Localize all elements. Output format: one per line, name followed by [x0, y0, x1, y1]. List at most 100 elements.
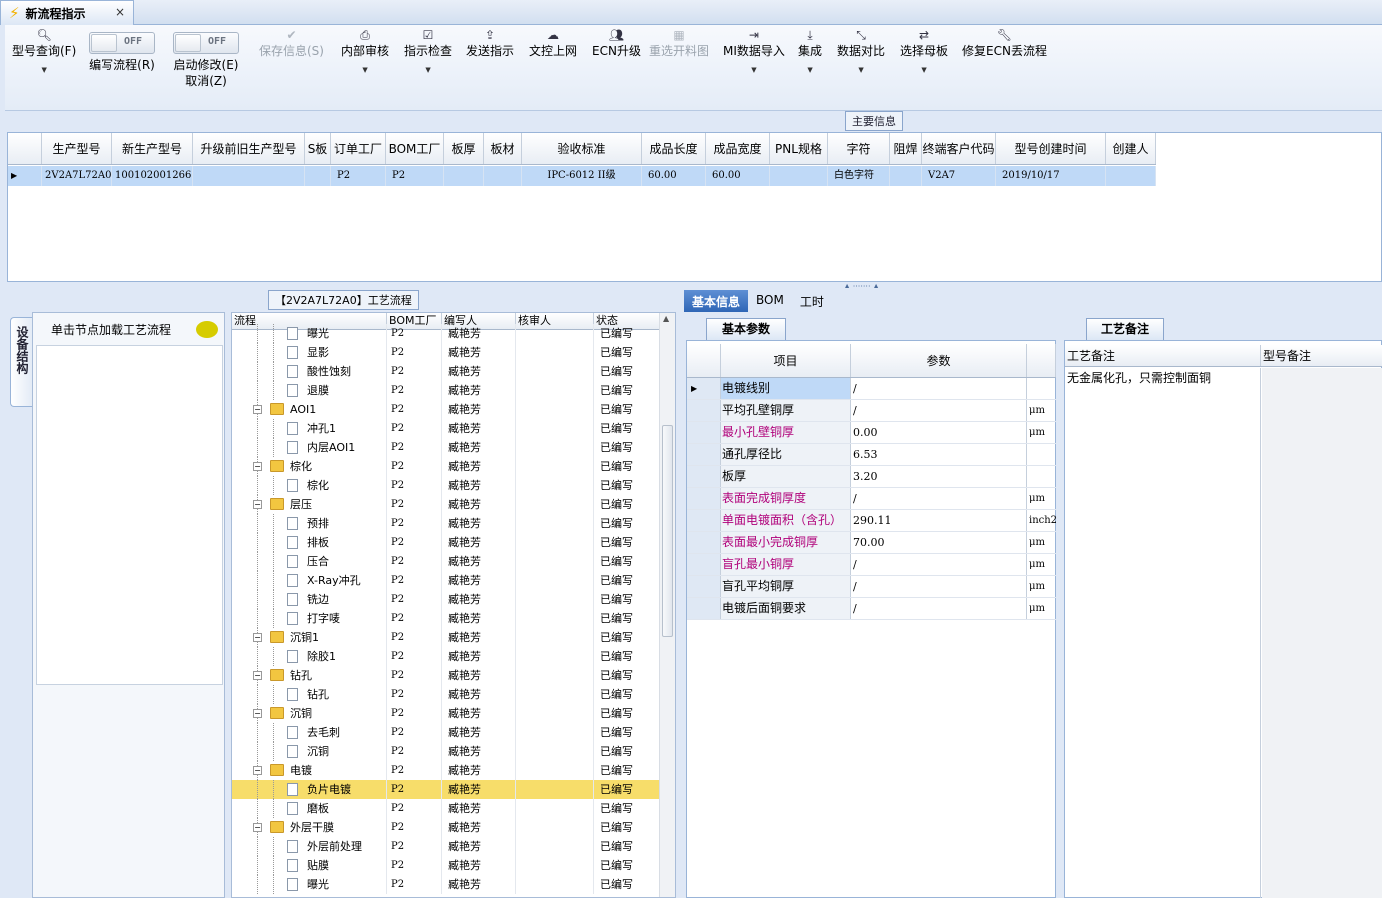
collapse-icon[interactable]: − [253, 462, 262, 471]
dropdown-arrow-icon[interactable]: ▼ [341, 65, 389, 75]
param-row[interactable]: 盲孔最小铜厚 / μm [687, 554, 1056, 576]
col-process-note[interactable]: 工艺备注 [1065, 345, 1261, 366]
param-value[interactable]: / [851, 576, 1027, 597]
tree-row[interactable]: 压合 P2 臧艳芳 已编写 [232, 552, 660, 571]
main-cell[interactable]: IPC-6012 II级 [522, 166, 642, 186]
tree-row[interactable]: X-Ray冲孔 P2 臧艳芳 已编写 [232, 571, 660, 590]
main-col-header[interactable]: 创建人 [1106, 133, 1156, 164]
close-tab-button[interactable]: × [115, 5, 125, 19]
tree-row[interactable]: − 钻孔 P2 臧艳芳 已编写 [232, 666, 660, 685]
integrate-button[interactable]: ⤓ 集成 ▼ [798, 27, 822, 75]
model-note-area[interactable] [1262, 368, 1382, 898]
doc-upload-button[interactable]: ☁ 文控上网 [529, 27, 577, 59]
tree-row[interactable]: 贴膜 P2 臧艳芳 已编写 [232, 856, 660, 875]
tree-row[interactable]: − 电镀 P2 臧艳芳 已编写 [232, 761, 660, 780]
basic-params-tab[interactable]: 基本参数 [706, 318, 786, 340]
collapse-icon[interactable]: − [253, 766, 262, 775]
main-cell[interactable] [770, 166, 828, 186]
instruction-check-button[interactable]: ☑ 指示检查 ▼ [404, 27, 452, 75]
tree-row[interactable]: − 层压 P2 臧艳芳 已编写 [232, 495, 660, 514]
model-query-button[interactable]: 🔍︎ 型号查询(F) ▼ [12, 27, 76, 75]
tree-row[interactable]: 沉铜 P2 臧艳芳 已编写 [232, 742, 660, 761]
tree-row[interactable]: 冲孔1 P2 臧艳芳 已编写 [232, 419, 660, 438]
tab-basic-info[interactable]: 基本信息 [684, 290, 749, 312]
main-cell[interactable] [1106, 166, 1156, 186]
main-col-header[interactable]: PNL规格 [770, 133, 828, 164]
dropdown-arrow-icon[interactable]: ▼ [837, 65, 885, 75]
param-value[interactable]: / [851, 598, 1027, 619]
param-row[interactable]: 电镀后面铜要求 / μm [687, 598, 1056, 620]
main-info-row[interactable]: ▶2V2A7L72A010010200126677 P2P2 IPC-6012 II… [8, 166, 1156, 186]
dropdown-arrow-icon[interactable]: ▼ [900, 65, 948, 75]
main-cell[interactable] [193, 166, 305, 186]
main-cell[interactable] [890, 166, 922, 186]
tree-row[interactable]: − 沉铜1 P2 臧艳芳 已编写 [232, 628, 660, 647]
reselect-material-button[interactable]: ▦ 重选开料图 [649, 27, 709, 59]
tab-work-hours[interactable]: 工时 [792, 290, 832, 312]
scroll-up-icon[interactable]: ▲ [663, 314, 669, 323]
data-compare-button[interactable]: ⤡ 数据对比 ▼ [837, 27, 885, 75]
param-value[interactable]: / [851, 400, 1027, 421]
tree-row[interactable]: 预排 P2 臧艳芳 已编写 [232, 514, 660, 533]
tree-row[interactable]: 排板 P2 臧艳芳 已编写 [232, 533, 660, 552]
tree-row[interactable]: 去毛刺 P2 臧艳芳 已编写 [232, 723, 660, 742]
param-row[interactable]: 单面电镀面积（含孔） 290.11 inch2 [687, 510, 1056, 532]
main-cell[interactable]: 2019/10/17 [996, 166, 1106, 186]
dropdown-arrow-icon[interactable]: ▼ [404, 65, 452, 75]
dropdown-arrow-icon[interactable]: ▼ [723, 65, 785, 75]
node-list[interactable] [36, 345, 223, 685]
param-row[interactable]: 通孔厚径比 6.53 [687, 444, 1056, 466]
main-cell[interactable]: V2A7 [922, 166, 996, 186]
start-modify-toggle[interactable]: OFF 启动修改(E) 取消(Z) [173, 27, 239, 89]
tree-row[interactable]: 曝光 P2 臧艳芳 已编写 [232, 324, 660, 343]
tree-row[interactable]: − 沉铜 P2 臧艳芳 已编写 [232, 704, 660, 723]
main-col-header[interactable]: 验收标准 [522, 133, 642, 164]
main-col-header[interactable]: 型号创建时间 [996, 133, 1106, 164]
tab-bom[interactable]: BOM [748, 290, 792, 312]
param-value[interactable]: / [851, 488, 1027, 509]
main-col-header[interactable]: BOM工厂 [386, 133, 444, 164]
tree-row[interactable]: 退膜 P2 臧艳芳 已编写 [232, 381, 660, 400]
main-cell[interactable]: P2 [331, 166, 386, 186]
main-col-header[interactable]: 升级前旧生产型号 [193, 133, 305, 164]
send-instruction-button[interactable]: ⇪ 发送指示 [466, 27, 514, 59]
param-value[interactable]: 6.53 [851, 444, 1027, 465]
param-row[interactable]: 最小孔壁铜厚 0.00 μm [687, 422, 1056, 444]
main-cell[interactable]: 白色字符 [828, 166, 890, 186]
param-value[interactable]: 70.00 [851, 532, 1027, 553]
main-cell[interactable]: P2 [386, 166, 444, 186]
tree-row[interactable]: 磨板 P2 臧艳芳 已编写 [232, 799, 660, 818]
collapse-icon[interactable]: − [253, 633, 262, 642]
main-col-header[interactable]: 订单工厂 [331, 133, 386, 164]
tree-row[interactable]: 除胶1 P2 臧艳芳 已编写 [232, 647, 660, 666]
grid-corner[interactable] [8, 133, 42, 164]
process-notes-tab[interactable]: 工艺备注 [1086, 318, 1164, 340]
col-model-note[interactable]: 型号备注 [1261, 345, 1382, 366]
tree-row[interactable]: 铣边 P2 臧艳芳 已编写 [232, 590, 660, 609]
main-col-header[interactable]: 终端客户代码 [922, 133, 996, 164]
tree-row[interactable]: 外层前处理 P2 臧艳芳 已编写 [232, 837, 660, 856]
tree-row[interactable]: − AOI1 P2 臧艳芳 已编写 [232, 400, 660, 419]
scroll-thumb[interactable] [662, 425, 673, 637]
cancel-label[interactable]: 取消(Z) [173, 73, 239, 89]
process-note-text[interactable]: 无金属化孔，只需控制面铜 [1065, 368, 1261, 898]
main-col-header[interactable]: 生产型号 [42, 133, 112, 164]
tree-row[interactable]: − 棕化 P2 臧艳芳 已编写 [232, 457, 660, 476]
main-cell[interactable]: 10010200126677 [112, 166, 193, 186]
param-row[interactable]: 表面最小完成铜厚 70.00 μm [687, 532, 1056, 554]
dropdown-arrow-icon[interactable]: ▼ [798, 65, 822, 75]
side-tab-equipment[interactable]: 设备结构 [10, 317, 32, 407]
collapse-icon[interactable]: − [253, 671, 262, 680]
collapse-icon[interactable]: − [253, 405, 262, 414]
param-value[interactable]: 0.00 [851, 422, 1027, 443]
collapse-icon[interactable]: − [253, 500, 262, 509]
main-col-header[interactable]: 板厚 [444, 133, 484, 164]
tree-row[interactable]: 显影 P2 臧艳芳 已编写 [232, 343, 660, 362]
internal-review-button[interactable]: ⎙ 内部审核 ▼ [341, 27, 389, 75]
col-item[interactable]: 项目 [721, 344, 851, 377]
param-row[interactable]: 盲孔平均铜厚 / μm [687, 576, 1056, 598]
tree-row[interactable]: 内层AOI1 P2 臧艳芳 已编写 [232, 438, 660, 457]
param-row[interactable]: ▶ 电镀线别 / [687, 378, 1056, 400]
main-cell[interactable]: 60.00 [642, 166, 706, 186]
tree-row[interactable]: − 外层干膜 P2 臧艳芳 已编写 [232, 818, 660, 837]
